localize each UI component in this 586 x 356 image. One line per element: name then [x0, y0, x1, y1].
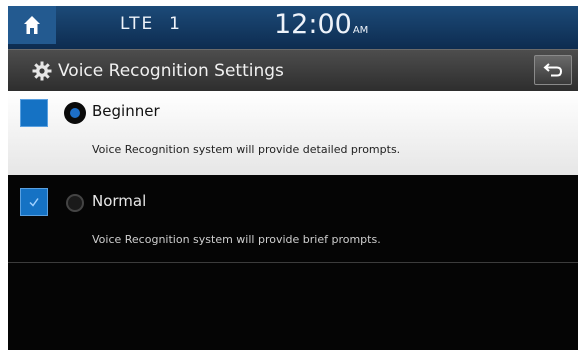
radio-selected-icon[interactable]: [66, 104, 84, 122]
checkbox-icon[interactable]: [20, 188, 48, 216]
back-arrow-icon: [543, 63, 563, 77]
back-button[interactable]: [534, 55, 572, 85]
status-bar: LTE 1 12:00AM: [8, 6, 578, 49]
option-description: Voice Recognition system will provide de…: [92, 143, 401, 156]
clock: 12:00AM: [274, 9, 368, 40]
page-title: Voice Recognition Settings: [58, 61, 284, 81]
clock-time: 12:00: [274, 9, 352, 40]
title-bar: Voice Recognition Settings: [8, 49, 578, 91]
signal-status: LTE 1: [120, 14, 182, 34]
option-beginner[interactable]: Beginner Voice Recognition system will p…: [8, 91, 578, 175]
checkmark-icon: [29, 198, 39, 207]
home-button[interactable]: [8, 6, 56, 44]
radio-unselected-icon[interactable]: [66, 194, 84, 212]
home-icon: [24, 16, 40, 34]
checkbox-icon[interactable]: [20, 99, 48, 127]
head-unit-screen: LTE 1 12:00AM Voice Recognition Settings: [8, 6, 578, 350]
option-label: Beginner: [92, 102, 160, 120]
option-normal[interactable]: Normal Voice Recognition system will pro…: [8, 175, 578, 263]
clock-ampm: AM: [352, 25, 369, 36]
gear-icon: [32, 61, 52, 81]
option-label: Normal: [92, 192, 147, 210]
option-description: Voice Recognition system will provide br…: [92, 233, 381, 246]
